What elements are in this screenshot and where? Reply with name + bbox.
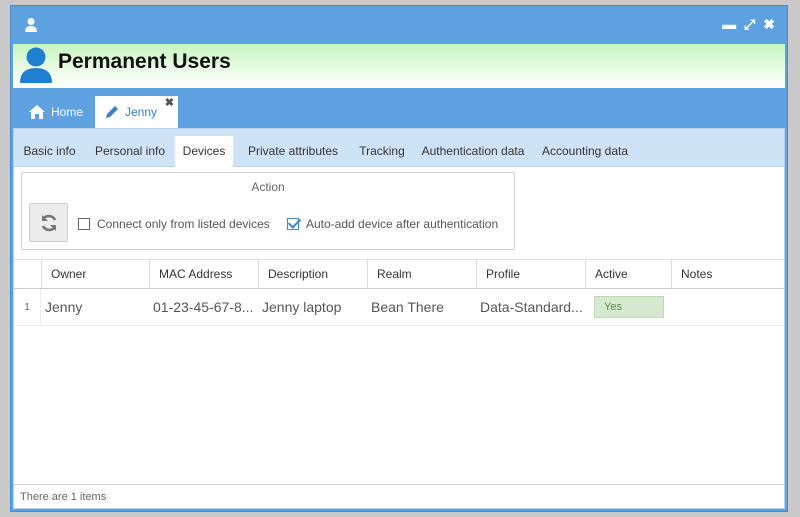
titlebar[interactable]: ▬ ⤢ ✖ <box>11 6 787 44</box>
subtab-private-attributes[interactable]: Private attributes <box>233 136 353 167</box>
subtab-bar: Basic info Personal info Devices Private… <box>14 129 784 167</box>
subtab-tracking[interactable]: Tracking <box>353 136 411 167</box>
home-icon <box>29 105 45 119</box>
user-avatar-icon <box>20 47 52 83</box>
action-fieldset: Action Connect only from listed devices … <box>21 172 515 250</box>
column-header-realm[interactable]: Realm <box>367 260 476 288</box>
pencil-icon <box>106 106 118 118</box>
cell-mac-address: 01-23-45-67-8... <box>153 299 254 315</box>
cell-description: Jenny laptop <box>262 299 342 315</box>
devices-grid: Owner MAC Address Description Realm Prof… <box>14 259 784 326</box>
status-badge: Yes <box>594 296 664 318</box>
column-header-active[interactable]: Active <box>585 260 671 288</box>
content-panel: Basic info Personal info Devices Private… <box>13 128 785 509</box>
connect-only-checkbox[interactable]: Connect only from listed devices <box>78 217 270 231</box>
app-window: ▬ ⤢ ✖ Permanent Users Home Jenny ✖ Basic… <box>10 5 788 512</box>
cell-profile: Data-Standard... <box>480 299 583 315</box>
tab-close-icon[interactable]: ✖ <box>165 96 174 109</box>
minimize-icon[interactable]: ▬ <box>722 16 736 32</box>
grid-footer-status: There are 1 items <box>14 484 784 508</box>
column-header-owner[interactable]: Owner <box>41 260 149 288</box>
subtab-authentication-data[interactable]: Authentication data <box>411 136 535 167</box>
refresh-button[interactable] <box>29 203 68 242</box>
close-icon[interactable]: ✖ <box>763 16 775 32</box>
cell-active: Yes <box>590 289 676 325</box>
action-title: Action <box>251 180 285 194</box>
cell-realm: Bean There <box>371 299 444 315</box>
tab-jenny-label: Jenny <box>125 105 158 119</box>
auto-add-checkbox[interactable]: Auto-add device after authentication <box>287 217 498 231</box>
subtab-basic-info[interactable]: Basic info <box>14 136 85 167</box>
connect-only-checkbox-box[interactable] <box>78 218 90 230</box>
user-icon <box>25 18 37 32</box>
refresh-icon <box>41 214 56 231</box>
subtab-devices[interactable]: Devices <box>175 136 233 167</box>
column-header-mac-address[interactable]: MAC Address <box>149 260 258 288</box>
column-header-notes[interactable]: Notes <box>671 260 786 288</box>
auto-add-checkbox-box[interactable] <box>287 218 299 230</box>
column-header-profile[interactable]: Profile <box>476 260 585 288</box>
column-header-description[interactable]: Description <box>258 260 367 288</box>
page-title: Permanent Users <box>58 50 231 73</box>
tab-jenny[interactable]: Jenny ✖ <box>95 96 178 128</box>
subtab-personal-info[interactable]: Personal info <box>85 136 175 167</box>
grid-header: Owner MAC Address Description Realm Prof… <box>14 259 784 289</box>
tab-bar: Home Jenny ✖ <box>13 90 785 128</box>
maximize-icon[interactable]: ⤢ <box>744 16 755 32</box>
connect-only-label: Connect only from listed devices <box>97 217 270 231</box>
tab-home[interactable]: Home <box>21 96 91 128</box>
cell-notes <box>671 289 786 325</box>
page-header: Permanent Users <box>13 44 785 88</box>
tab-home-label: Home <box>51 105 84 119</box>
row-number: 1 <box>14 289 41 325</box>
auto-add-label: Auto-add device after authentication <box>306 217 499 231</box>
table-row[interactable]: 1 Jenny 01-23-45-67-8... Jenny laptop Be… <box>14 289 784 326</box>
subtab-accounting-data[interactable]: Accounting data <box>535 136 635 167</box>
cell-owner: Jenny <box>45 299 83 315</box>
